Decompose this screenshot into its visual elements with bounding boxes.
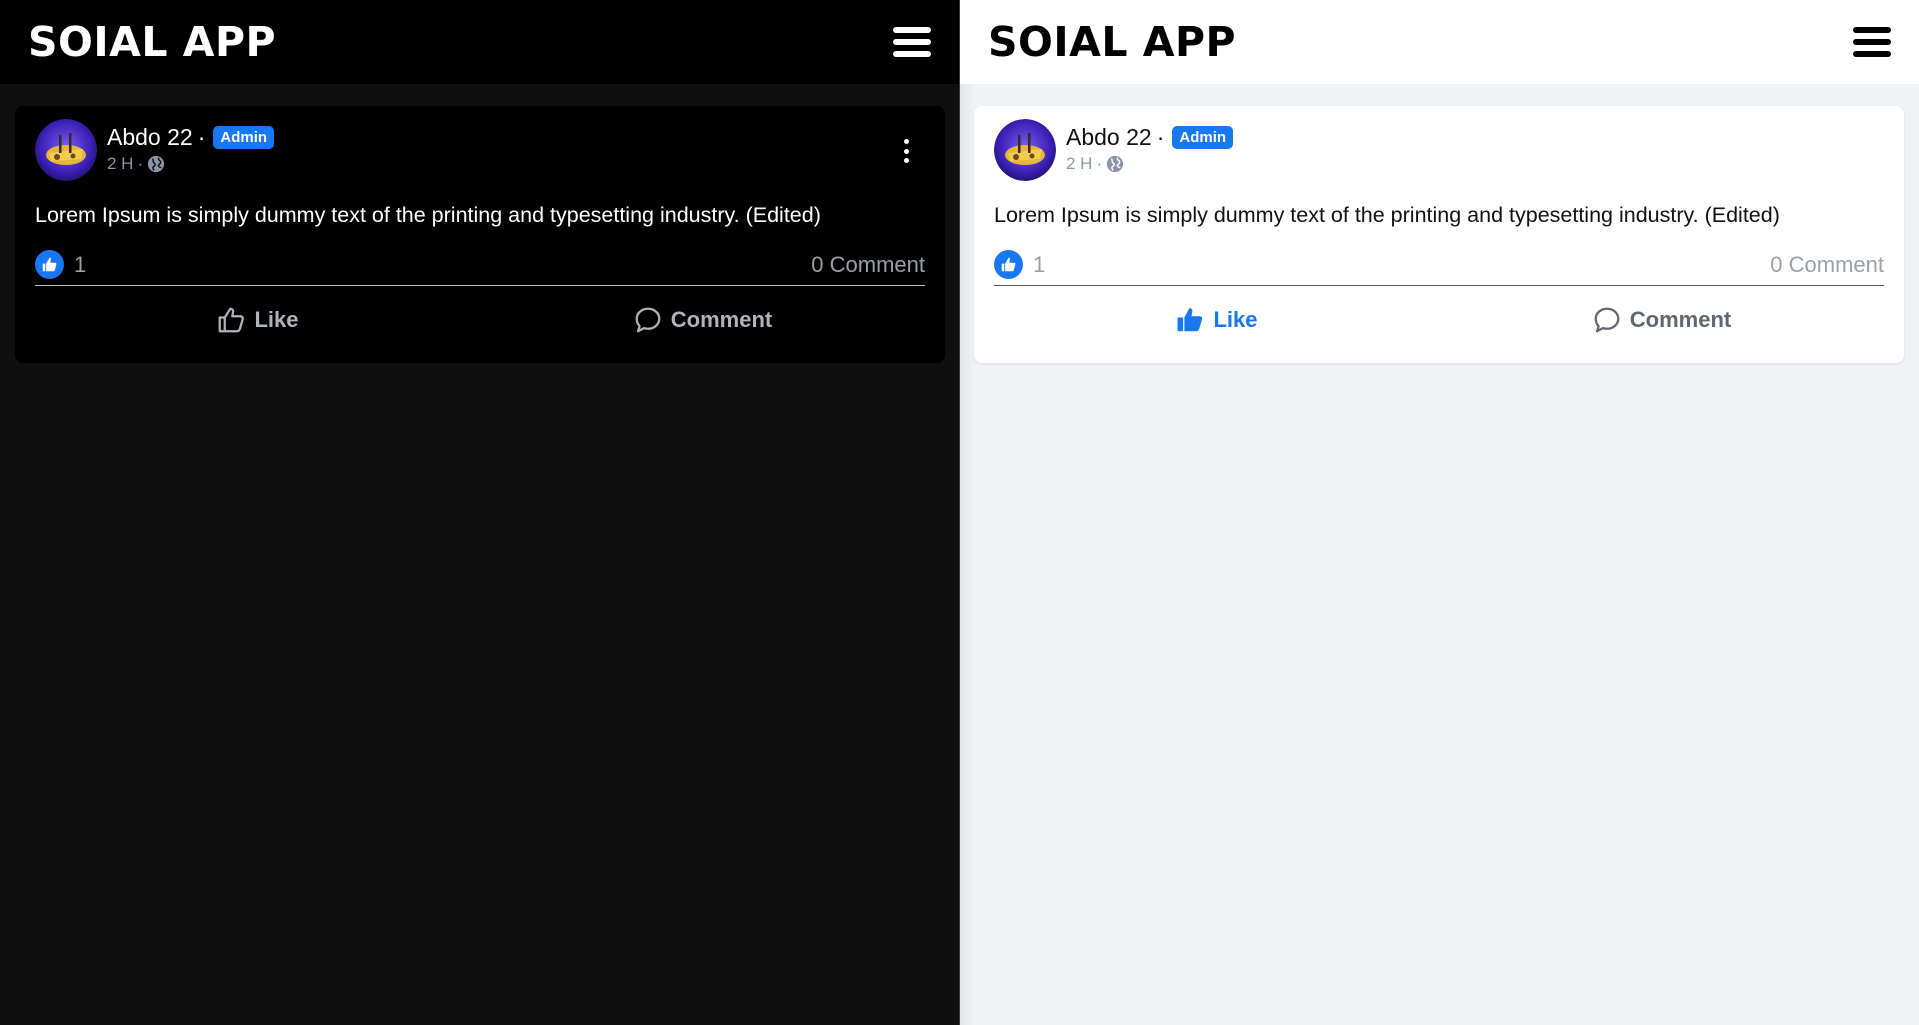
admin-badge: Admin (1172, 126, 1234, 149)
author-name[interactable]: Abdo 22 (107, 124, 193, 151)
globe-icon (148, 155, 165, 173)
name-separator: · (1156, 124, 1165, 150)
post-text: Lorem Ipsum is simply dummy text of the … (35, 203, 821, 227)
menu-icon[interactable] (893, 27, 931, 57)
comment-label: Comment (1629, 306, 1732, 332)
like-reaction-icon (994, 250, 1023, 279)
like-summary[interactable]: 1 (35, 250, 86, 279)
comment-icon (635, 307, 661, 332)
globe-icon (1107, 155, 1124, 173)
light-theme-panel: SOIAL APP Abdo 22 · Admin 2 H · Lorem Ip… (960, 0, 1919, 1025)
author-info: Abdo 22 · Admin 2 H · (1066, 124, 1234, 174)
time-separator: · (137, 154, 144, 173)
author-name[interactable]: Abdo 22 (1066, 124, 1152, 151)
post-stats: 1 0 Comment (994, 250, 1884, 286)
menu-icon[interactable] (1853, 27, 1891, 57)
avatar[interactable] (994, 119, 1056, 181)
kebab-menu-icon[interactable] (901, 139, 911, 163)
post-actions: Like Comment (994, 286, 1884, 353)
like-reaction-icon (35, 250, 64, 279)
post-card: Abdo 22 · Admin 2 H · Lorem Ipsum is sim… (974, 106, 1904, 363)
like-button[interactable]: Like (35, 286, 480, 353)
app-header: SOIAL APP (0, 0, 959, 84)
comment-button[interactable]: Comment (480, 286, 925, 353)
like-count: 1 (1033, 251, 1046, 277)
app-title: SOIAL APP (988, 18, 1237, 66)
post-header: Abdo 22 · Admin 2 H · (35, 119, 925, 181)
name-separator: · (197, 124, 206, 150)
post-time[interactable]: 2 H (107, 154, 133, 174)
admin-badge: Admin (213, 126, 275, 149)
post-actions: Like Comment (35, 286, 925, 353)
time-separator: · (1096, 154, 1103, 173)
like-summary[interactable]: 1 (994, 250, 1045, 279)
comment-count[interactable]: 0 Comment (1770, 252, 1884, 278)
like-label: Like (1213, 306, 1258, 332)
like-count: 1 (74, 251, 87, 277)
post-card: Abdo 22 · Admin 2 H · Lorem Ipsum is sim… (15, 106, 945, 363)
comment-icon (1594, 307, 1620, 332)
app-title: SOIAL APP (28, 18, 277, 66)
post-header: Abdo 22 · Admin 2 H · (994, 119, 1884, 181)
comment-count[interactable]: 0 Comment (811, 252, 925, 278)
comment-label: Comment (670, 306, 773, 332)
thumbs-up-icon (1177, 307, 1203, 331)
author-info: Abdo 22 · Admin 2 H · (107, 124, 275, 174)
avatar[interactable] (35, 119, 97, 181)
post-text: Lorem Ipsum is simply dummy text of the … (994, 203, 1780, 227)
comment-button[interactable]: Comment (1439, 286, 1884, 353)
dark-theme-panel: SOIAL APP Abdo 22 · Admin 2 H · Lorem Ip… (0, 0, 960, 1025)
post-stats: 1 0 Comment (35, 250, 925, 286)
like-button[interactable]: Like (994, 286, 1439, 353)
thumbs-up-icon (219, 307, 245, 332)
post-time[interactable]: 2 H (1066, 154, 1092, 174)
like-label: Like (254, 306, 299, 332)
app-header: SOIAL APP (960, 0, 1919, 84)
